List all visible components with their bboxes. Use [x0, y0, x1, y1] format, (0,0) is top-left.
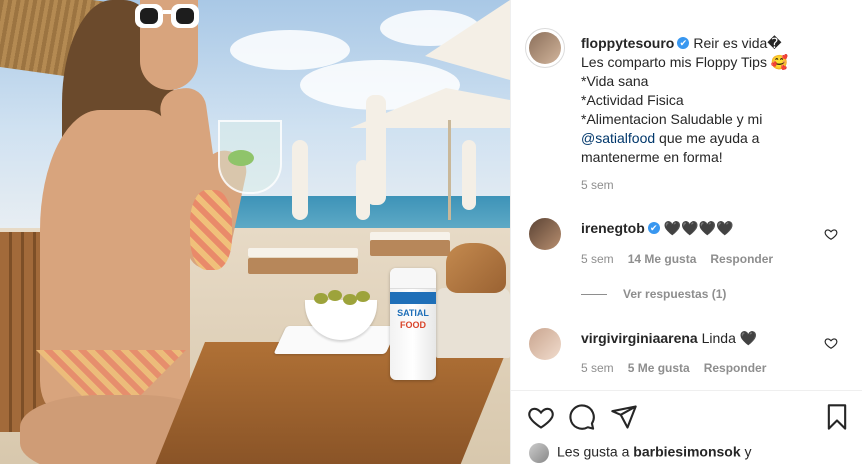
view-replies-label: Ver respuestas (1)	[623, 287, 727, 301]
olive	[314, 293, 328, 304]
sunglasses	[135, 4, 199, 28]
likes-summary: Les gusta a barbiesimonsok y	[529, 443, 752, 463]
post-caption: floppytesouro ✔ Reir es vida� Les comparto…	[581, 34, 851, 167]
caption-text: que me ayuda a	[655, 130, 760, 146]
comment: irenegtob ✔ 🖤🖤🖤🖤	[581, 220, 734, 237]
mint-leaves	[228, 150, 254, 166]
bikini-top	[190, 190, 232, 270]
commenter-avatar[interactable]	[529, 328, 561, 360]
olive	[356, 291, 370, 302]
post-time[interactable]: 5 sem	[581, 178, 614, 192]
bookmark-icon[interactable]	[823, 403, 851, 431]
caption-text: *Actividad Fisica	[581, 92, 684, 108]
comment: virgivirginiaarena Linda 🖤	[581, 330, 757, 347]
commenter-username[interactable]: virgivirginiaarena	[581, 330, 698, 346]
action-bar: Les gusta a barbiesimonsok y	[511, 390, 862, 465]
lounger	[248, 248, 358, 257]
view-replies-button[interactable]: Ver respuestas (1)	[581, 287, 726, 301]
comment-meta: 5 sem 5 Me gusta Responder	[581, 361, 766, 375]
post-photo[interactable]: SATIAL FOOD	[0, 0, 510, 464]
lounger	[370, 240, 450, 256]
comment-likes[interactable]: 14 Me gusta	[628, 252, 697, 266]
caption-text: Reir es vida�	[693, 35, 782, 51]
caption-text: *Alimentacion Saludable y mi	[581, 111, 763, 127]
olive	[328, 290, 342, 301]
liker-username[interactable]: barbiesimonsok	[633, 444, 740, 460]
caption-text: mantenerme en forma!	[581, 149, 723, 165]
caption-text: Les comparto mis Floppy Tips 🥰	[581, 54, 789, 70]
caption-first-line: floppytesouro ✔ Reir es vida�	[581, 34, 851, 53]
heart-icon[interactable]	[824, 336, 838, 350]
comment-likes[interactable]: 5 Me gusta	[628, 361, 690, 375]
liker-avatar[interactable]	[529, 443, 549, 463]
comment-text: 🖤🖤🖤🖤	[663, 220, 734, 236]
caption-mention-line: @satialfood que me ayuda a	[581, 129, 851, 148]
author-username[interactable]: floppytesouro	[581, 35, 674, 51]
post-side-panel: floppytesouro ✔ Reir es vida� Les comparto…	[510, 0, 862, 464]
parasol-pole	[448, 120, 451, 220]
comment-meta: 5 sem 14 Me gusta Responder	[581, 252, 773, 266]
bread	[446, 243, 506, 293]
commenter-avatar[interactable]	[529, 218, 561, 250]
jar-brand-label: SATIAL	[397, 308, 429, 318]
reply-button[interactable]: Responder	[710, 252, 773, 266]
share-icon[interactable]	[610, 403, 638, 431]
author-avatar[interactable]	[529, 32, 561, 64]
olive	[343, 294, 357, 305]
lounger	[248, 258, 358, 274]
replies-divider	[581, 294, 607, 296]
comment-text: Linda 🖤	[701, 330, 758, 346]
supplement-jar: SATIAL FOOD	[390, 268, 436, 380]
comment-icon[interactable]	[568, 403, 596, 431]
jar-stripe	[390, 292, 436, 304]
wooden-table	[155, 342, 510, 464]
bread-basket	[436, 288, 510, 358]
likes-suffix: y	[740, 443, 752, 460]
likes-prefix: Les gusta a	[557, 443, 634, 460]
verified-badge-icon: ✔	[647, 222, 660, 235]
verified-badge-icon: ✔	[677, 37, 690, 50]
caption-text: *Vida sana	[581, 73, 649, 89]
jar-cap	[390, 268, 436, 289]
comment-time[interactable]: 5 sem	[581, 252, 614, 266]
comment-time[interactable]: 5 sem	[581, 361, 614, 375]
reply-button[interactable]: Responder	[704, 361, 767, 375]
jar-brand-label: FOOD	[400, 320, 426, 330]
closed-parasol	[462, 140, 476, 210]
closed-parasol	[292, 140, 308, 220]
heart-icon[interactable]	[527, 403, 555, 431]
closed-parasol	[356, 160, 370, 220]
mention-link[interactable]: @satialfood	[581, 130, 655, 146]
heart-icon[interactable]	[824, 227, 838, 241]
commenter-username[interactable]: irenegtob	[581, 220, 645, 236]
